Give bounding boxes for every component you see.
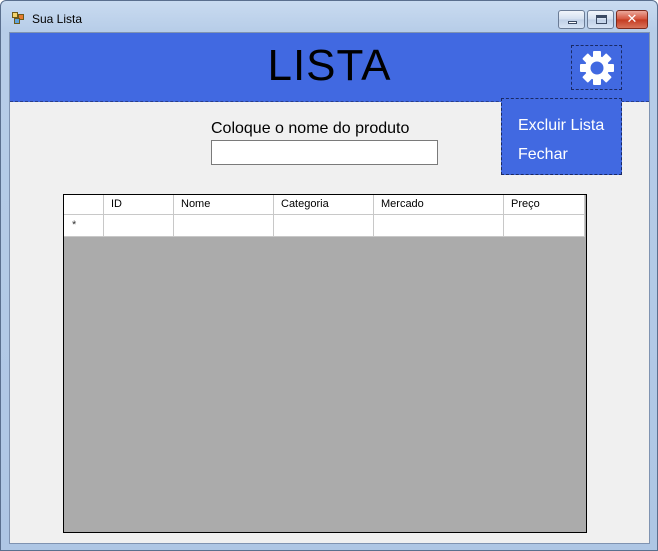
product-name-label: Coloque o nome do produto: [211, 120, 410, 137]
new-row-cell-mercado[interactable]: [374, 215, 504, 237]
client-area: LISTA Excluir Lista Fechar Coloque o nom…: [9, 32, 650, 544]
product-grid[interactable]: ID Nome Categoria Mercado Preço *: [63, 194, 587, 533]
maximize-button[interactable]: [587, 10, 614, 29]
close-button[interactable]: ✕: [616, 10, 648, 29]
header-banner: LISTA: [10, 33, 649, 102]
minimize-button[interactable]: [558, 10, 585, 29]
new-row-cell-id[interactable]: [104, 215, 174, 237]
row-header-corner[interactable]: [64, 195, 104, 215]
gear-icon: [580, 51, 614, 85]
app-icon: [12, 12, 25, 25]
maximize-icon: [596, 15, 607, 24]
column-header-categoria[interactable]: Categoria: [274, 195, 374, 215]
new-row-header[interactable]: *: [64, 215, 104, 237]
minimize-icon: [568, 21, 577, 24]
menu-item-excluir-lista[interactable]: Excluir Lista: [518, 117, 604, 135]
column-header-nome[interactable]: Nome: [174, 195, 274, 215]
new-row-cell-preco[interactable]: [504, 215, 585, 237]
column-header-mercado[interactable]: Mercado: [374, 195, 504, 215]
page-title: LISTA: [267, 41, 392, 90]
title-bar[interactable]: Sua Lista ✕: [1, 1, 657, 33]
new-row-marker: *: [72, 219, 77, 231]
column-header-id[interactable]: ID: [104, 195, 174, 215]
settings-menu: Excluir Lista Fechar: [501, 98, 622, 175]
column-header-preco[interactable]: Preço: [504, 195, 585, 215]
close-icon: ✕: [626, 12, 638, 27]
app-window: Sua Lista ✕ LISTA Excluir Lista Fechar C…: [0, 0, 658, 551]
menu-item-fechar[interactable]: Fechar: [518, 146, 568, 164]
product-name-input[interactable]: [211, 140, 438, 165]
new-row: *: [64, 215, 585, 237]
caption-buttons: ✕: [556, 10, 648, 29]
settings-button[interactable]: [571, 45, 622, 90]
grid-header-row: ID Nome Categoria Mercado Preço: [64, 195, 585, 215]
window-title: Sua Lista: [32, 12, 83, 26]
new-row-cell-categoria[interactable]: [274, 215, 374, 237]
new-row-cell-nome[interactable]: [174, 215, 274, 237]
